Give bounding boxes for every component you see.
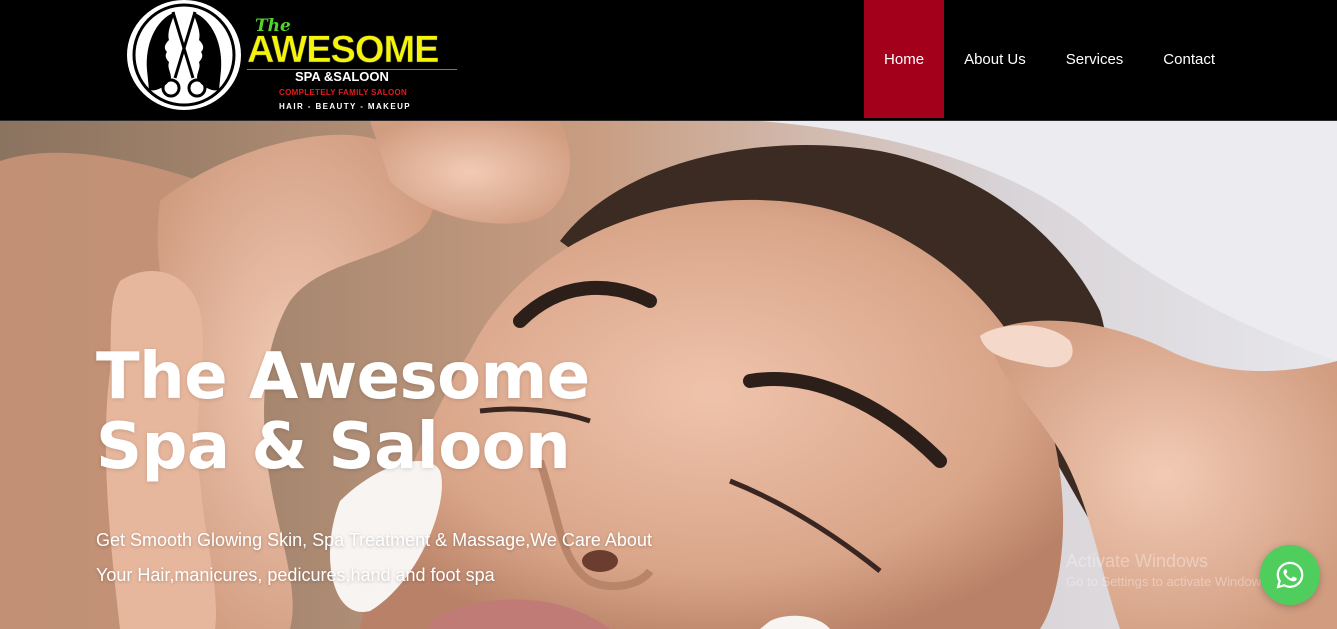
whatsapp-icon: [1276, 561, 1304, 589]
hero-subtitle-line1: Get Smooth Glowing Skin, Spa Treatment &…: [96, 530, 652, 550]
watermark-subtitle: Go to Settings to activate Windows.: [1066, 574, 1272, 589]
nav-about-us[interactable]: About Us: [944, 0, 1046, 118]
nav-contact[interactable]: Contact: [1143, 0, 1235, 118]
hero-subtitle: Get Smooth Glowing Skin, Spa Treatment &…: [96, 523, 736, 593]
main-nav: Home About Us Services Contact: [864, 0, 1235, 118]
site-logo[interactable]: The AWESOME SPA &SALOON COMPLETELY FAMIL…: [127, 0, 467, 118]
logo-spa-saloon: SPA &SALOON: [295, 69, 389, 84]
watermark-title: Activate Windows: [1066, 551, 1209, 571]
hero-banner: The Awesome Spa & Saloon Get Smooth Glow…: [0, 121, 1337, 629]
hero-title-line1: The Awesome: [96, 340, 590, 414]
nav-services[interactable]: Services: [1046, 0, 1144, 118]
hero-title: The Awesome Spa & Saloon: [96, 342, 590, 482]
hero-subtitle-line2: Your Hair,manicures, pedicures,hand and …: [96, 565, 495, 585]
whatsapp-chat-button[interactable]: [1260, 545, 1320, 605]
logo-emblem-icon: [127, 0, 241, 110]
nav-home[interactable]: Home: [864, 0, 945, 118]
logo-family-saloon: COMPLETELY FAMILY SALOON: [279, 88, 408, 97]
logo-tagline: HAIR - BEAUTY - MAKEUP: [279, 102, 411, 111]
logo-awesome: AWESOME: [247, 29, 440, 71]
windows-activation-watermark: Activate Windows Go to Settings to activ…: [1066, 551, 1271, 589]
site-header: The AWESOME SPA &SALOON COMPLETELY FAMIL…: [0, 0, 1337, 121]
hero-title-line2: Spa & Saloon: [96, 410, 571, 484]
